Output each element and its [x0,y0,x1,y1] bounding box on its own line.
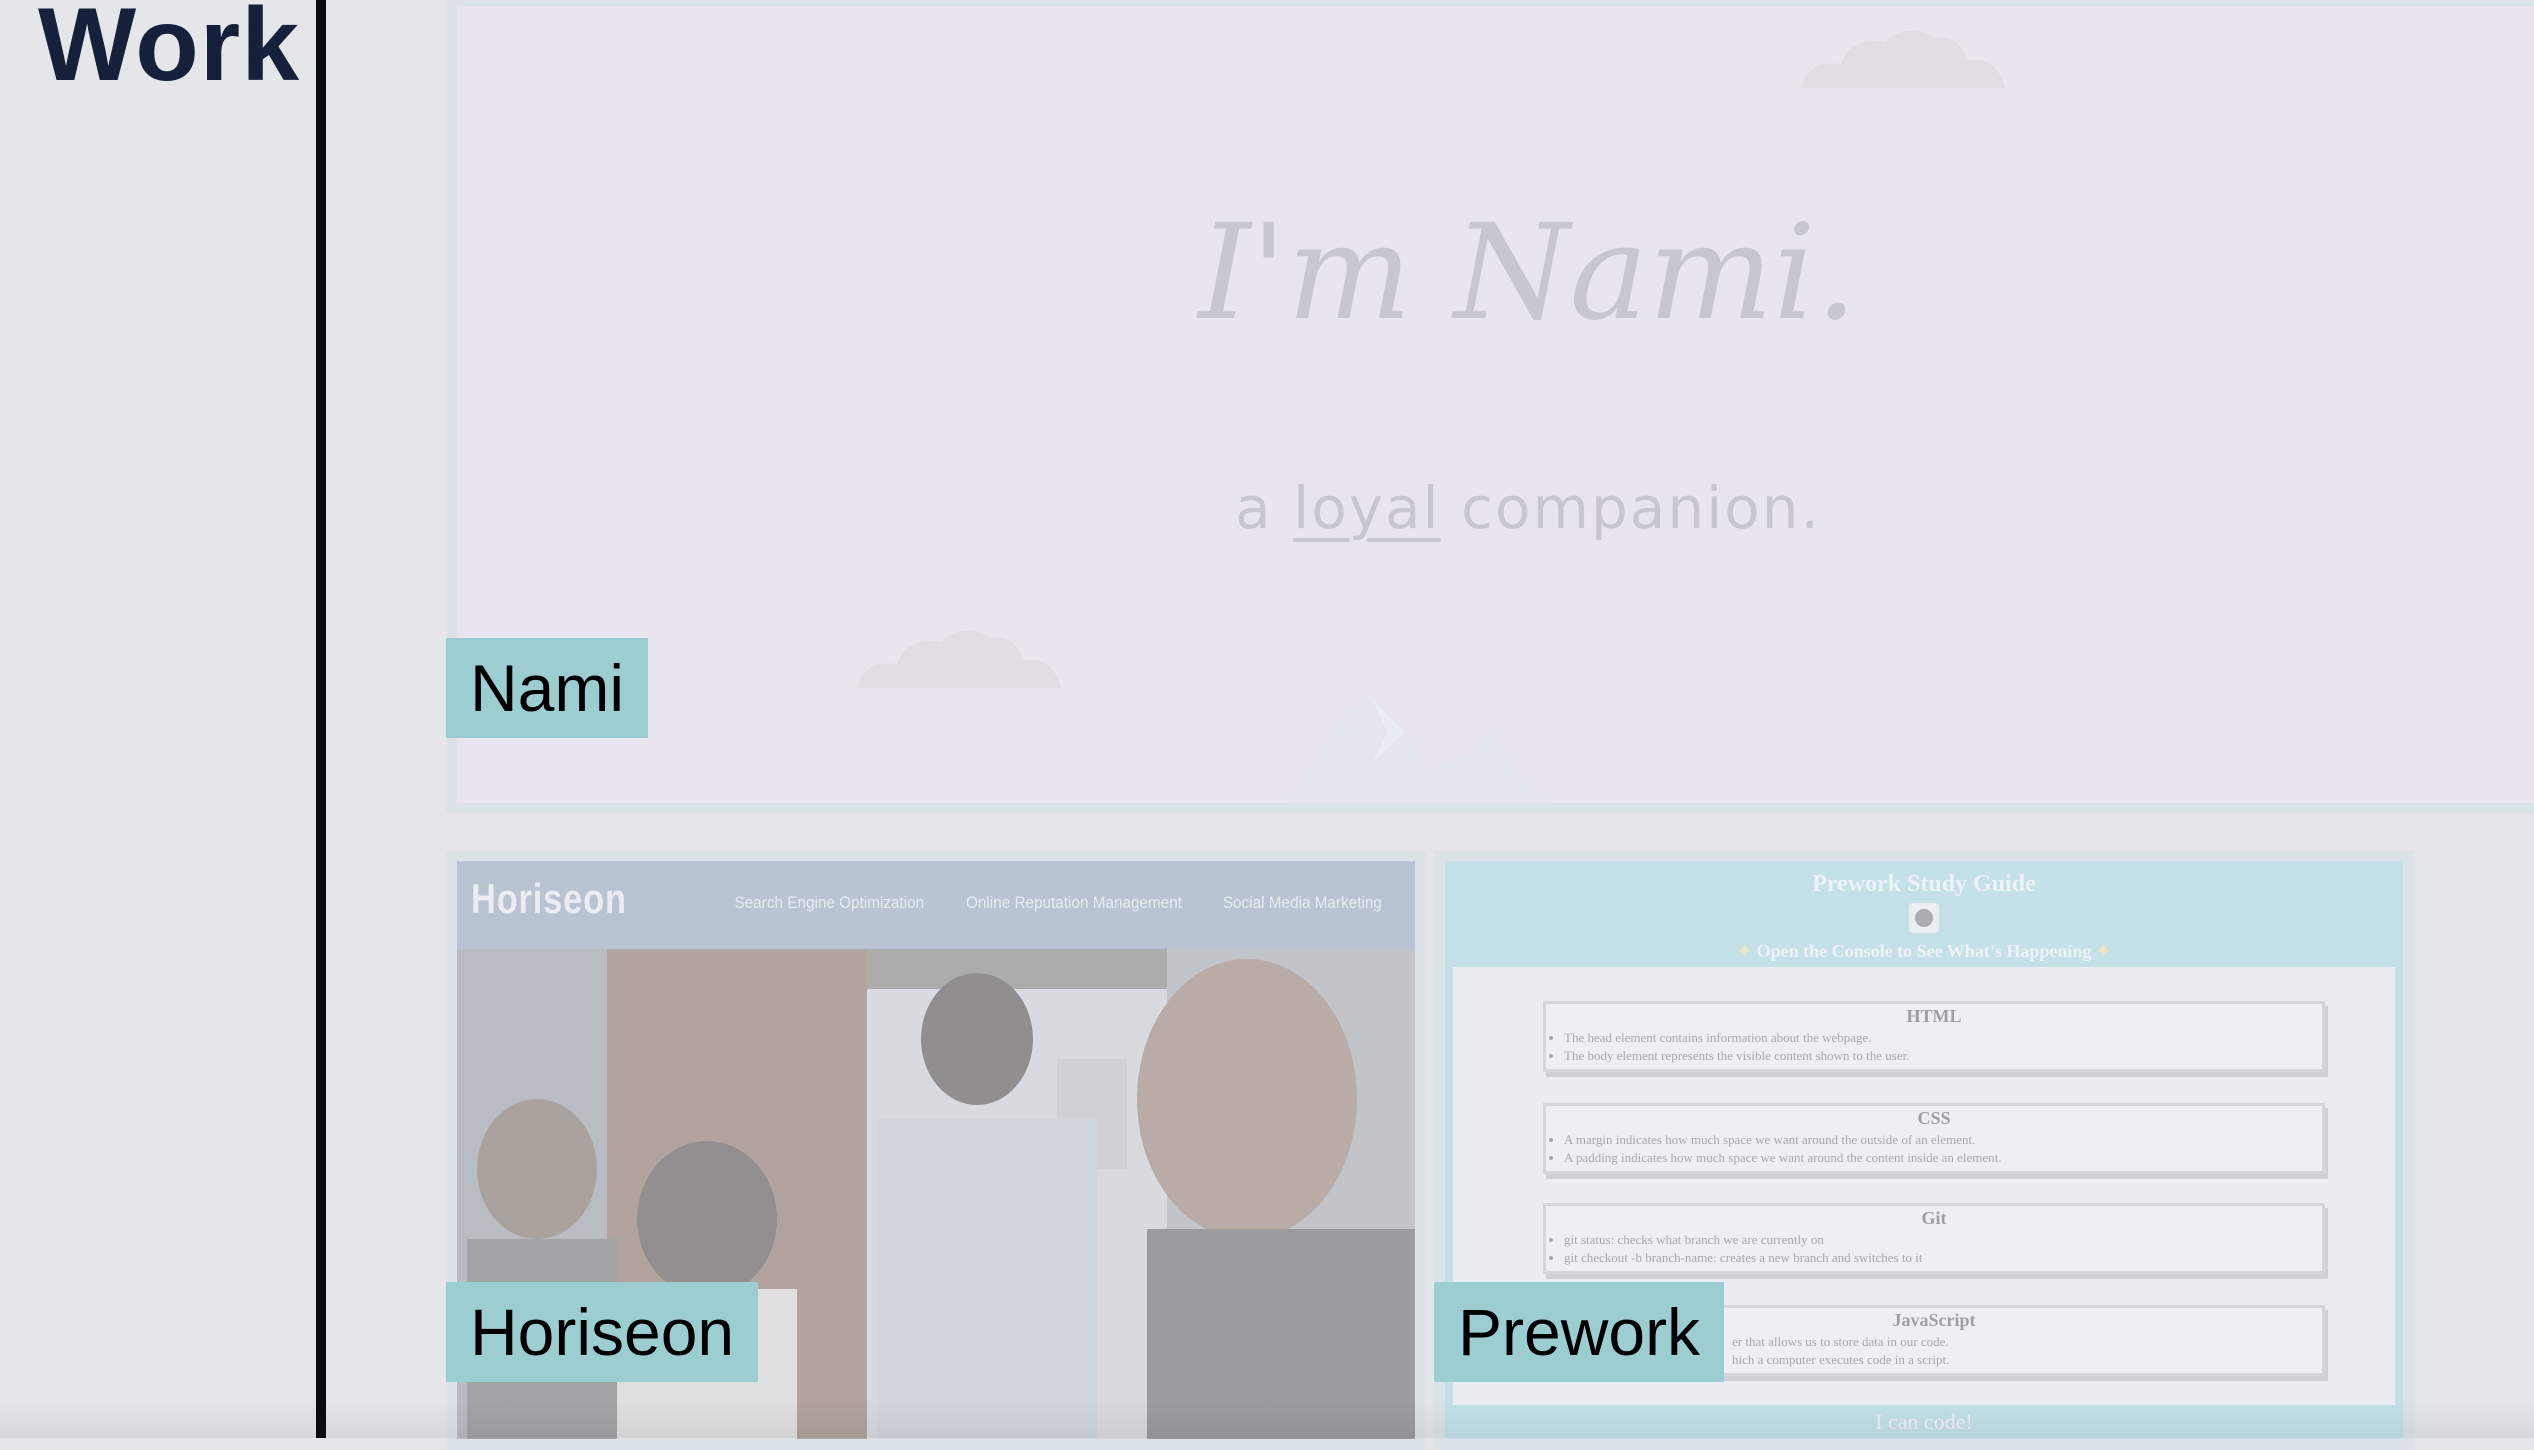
horiseon-nav: Search Engine Optimization Online Reputa… [724,893,1391,913]
prework-title: Prework Study Guide [1812,871,2036,897]
nami-tagline: a loyal companion. [457,474,2534,542]
project-preview-nami: I'm Nami. a loyal companion. [457,6,2534,803]
project-card-nami[interactable]: I'm Nami. a loyal companion. Nami [446,0,2534,814]
tagline-post: companion. [1461,474,1821,542]
section-title: Work [38,0,301,103]
cloud-icon [1801,30,2005,88]
horiseon-logo: Horiseon [471,875,627,922]
star-icon: ✦ [2095,941,2111,961]
topic-item: The head element contains information ab… [1564,1029,2322,1047]
topic-item: A margin indicates how much space we wan… [1564,1131,2322,1149]
topic-heading: Git [1921,1208,1947,1228]
topic-item: The body element represents the visible … [1564,1047,2322,1065]
topic-item: hich a computer executes code in a scrip… [1732,1352,1950,1367]
tagline-pre: a [1235,474,1273,542]
nami-heading: I'm Nami. [1198,196,1858,350]
project-card-horiseon[interactable]: Horiseon Search Engine Optimization Onli… [446,850,1426,1450]
topic-card-css: CSS A margin indicates how much space we… [1543,1103,2325,1174]
topic-heading: CSS [1917,1108,1951,1128]
cloud-icon [857,630,1061,688]
horiseon-nav-item: Social Media Marketing [1223,893,1383,912]
topic-heading: HTML [1906,1006,1962,1026]
topic-card-html: HTML The head element contains informati… [1543,1001,2325,1072]
prework-footer: I can code! [1875,1409,1973,1434]
horiseon-nav-item: Online Reputation Management [966,893,1183,912]
topic-item: A padding indicates how much space we wa… [1564,1149,2322,1167]
prework-console-note: ✦ Open the Console to See What's Happeni… [1737,941,2111,961]
horiseon-nav-item: Search Engine Optimization [734,893,924,912]
project-label-prework[interactable]: Prework [1434,1282,1725,1382]
topic-item: git checkout -b branch-name: creates a n… [1564,1249,2322,1267]
project-label-nami[interactable]: Nami [446,638,649,738]
topic-item: git status: checks what branch we are cu… [1564,1231,2322,1249]
vertical-divider [316,0,326,1438]
mountain-illustration [1289,700,1547,803]
topic-card-git: Git git status: checks what branch we ar… [1543,1203,2325,1274]
project-label-horiseon[interactable]: Horiseon [446,1282,759,1382]
star-icon: ✦ [1737,941,1753,961]
project-card-prework[interactable]: Prework Study Guide ✦ Open the Console t… [1434,850,2414,1450]
topic-item: er that allows us to store data in our c… [1732,1334,1949,1349]
tagline-link[interactable]: loyal [1293,474,1441,542]
avatar-icon [1909,903,1939,933]
horiseon-header: Horiseon Search Engine Optimization Onli… [457,861,1415,949]
